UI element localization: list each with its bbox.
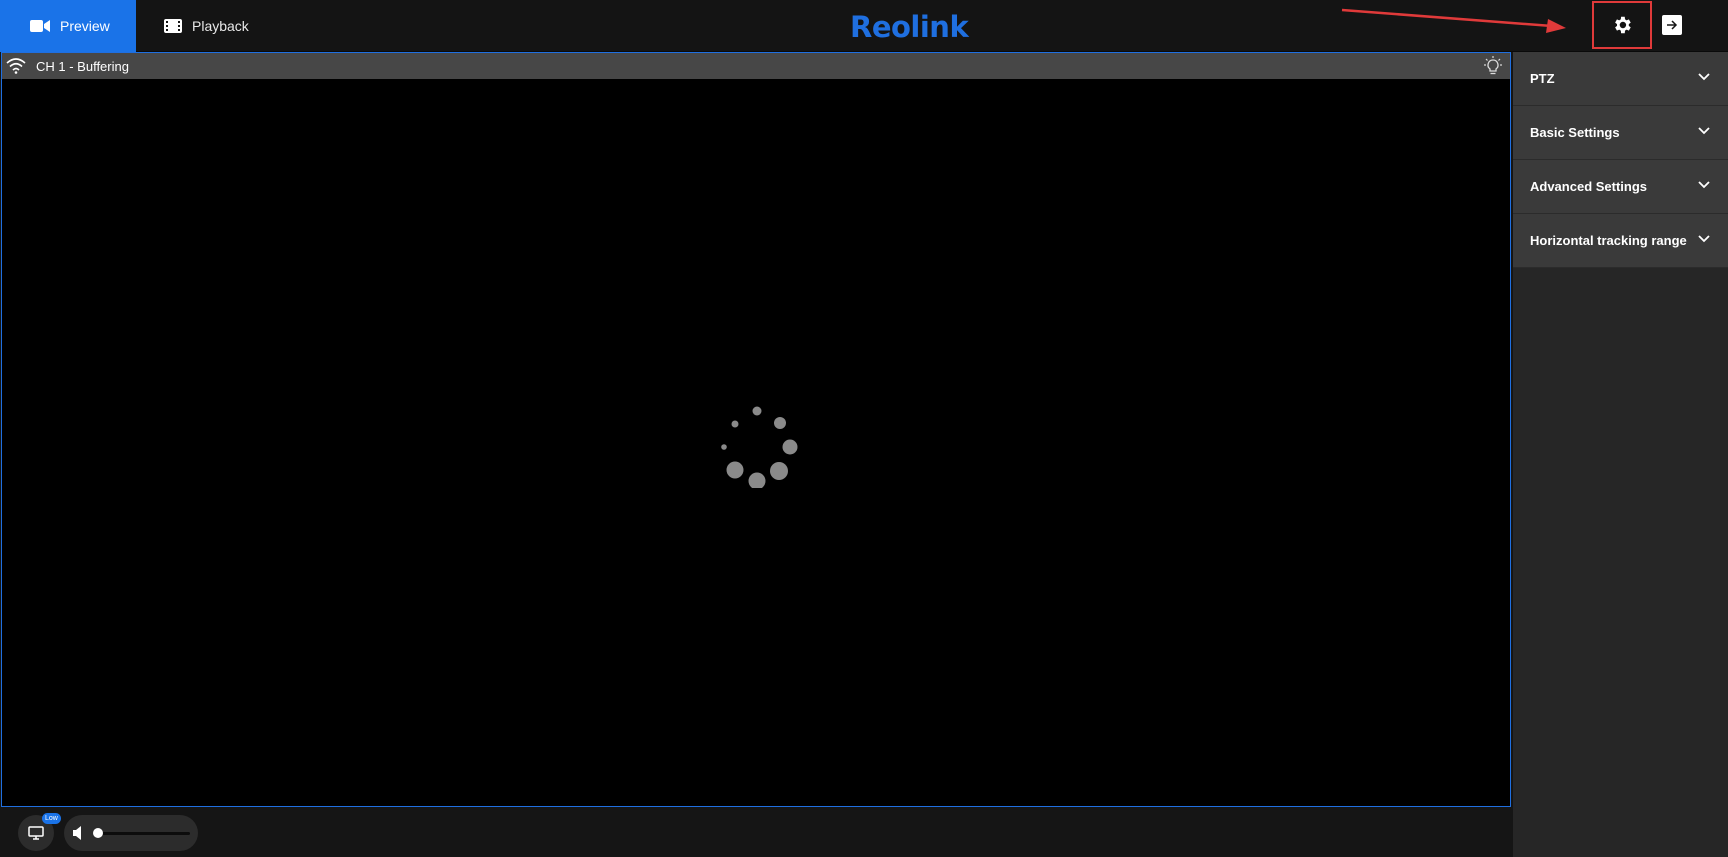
section-basic-settings-label: Basic Settings: [1530, 125, 1620, 140]
tab-playback[interactable]: Playback: [136, 0, 266, 52]
chevron-down-icon: [1698, 127, 1710, 135]
section-ptz-label: PTZ: [1530, 71, 1555, 86]
logout-button[interactable]: [1662, 15, 1682, 35]
video-camera-icon: [30, 20, 50, 32]
gear-icon: [1615, 16, 1631, 34]
reolink-logo: Reolink: [850, 10, 969, 44]
bottom-bar: Low: [0, 808, 1512, 857]
stream-badge: Low: [42, 813, 61, 824]
tab-preview[interactable]: Preview: [0, 0, 136, 52]
spinner-icon: [721, 406, 798, 488]
section-horizontal-tracking-range[interactable]: Horizontal tracking range: [1513, 214, 1728, 268]
light-bulb-icon[interactable]: [1484, 56, 1502, 76]
channel-title: CH 1 - Buffering: [36, 58, 129, 74]
tab-preview-label: Preview: [60, 18, 110, 34]
video-header: CH 1 - Buffering: [2, 53, 1510, 79]
volume-slider-track[interactable]: [96, 832, 190, 835]
video-panel[interactable]: CH 1 - Buffering: [1, 52, 1511, 807]
volume-slider-handle[interactable]: [93, 828, 103, 838]
section-horizontal-tracking-range-label: Horizontal tracking range: [1530, 233, 1687, 248]
chevron-down-icon: [1698, 181, 1710, 189]
section-basic-settings[interactable]: Basic Settings: [1513, 106, 1728, 160]
section-advanced-settings-label: Advanced Settings: [1530, 179, 1648, 194]
volume-control[interactable]: [64, 815, 198, 851]
film-icon: [164, 19, 182, 33]
chevron-down-icon: [1698, 235, 1710, 243]
chevron-down-icon: [1698, 73, 1710, 81]
tab-playback-label: Playback: [192, 18, 249, 34]
top-bar: Preview Playback Reolink: [0, 0, 1728, 52]
settings-button[interactable]: [1592, 1, 1652, 49]
section-ptz[interactable]: PTZ: [1513, 52, 1728, 106]
settings-sidebar: PTZ Basic Settings Advanced Settings Hor…: [1513, 52, 1728, 857]
speaker-icon[interactable]: [72, 825, 86, 841]
monitor-icon: [28, 826, 44, 840]
section-advanced-settings[interactable]: Advanced Settings: [1513, 160, 1728, 214]
wifi-icon: [6, 58, 26, 74]
annotation-arrow: [1341, 8, 1566, 33]
logout-icon: [1667, 20, 1678, 30]
